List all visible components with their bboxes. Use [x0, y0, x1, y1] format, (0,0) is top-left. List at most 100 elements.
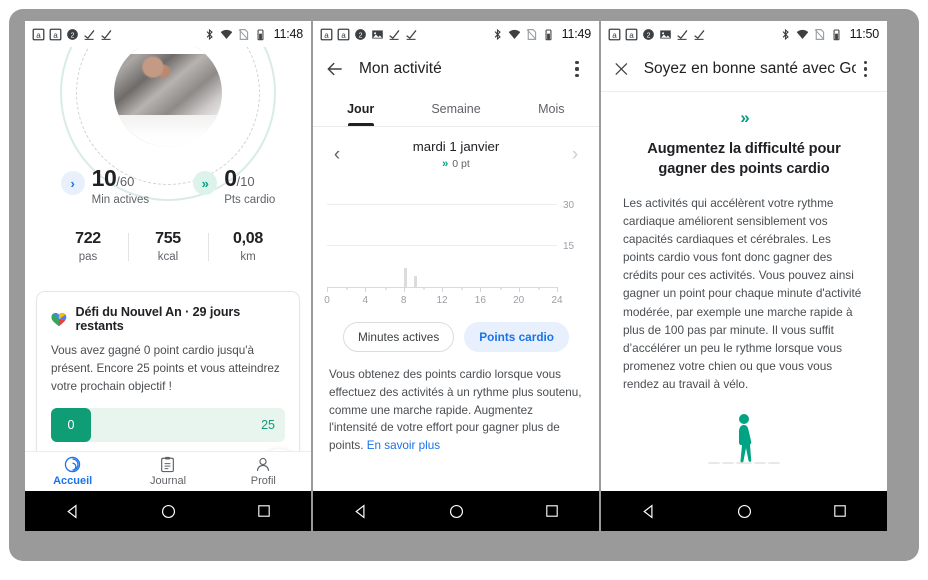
metric-value: 10 [91, 165, 117, 191]
current-date: mardi 1 janvier [412, 139, 500, 154]
kebab-menu-icon[interactable] [567, 59, 587, 79]
contacts-sync-icon: 2 [643, 28, 654, 40]
chart-minor-tick [499, 288, 502, 290]
svg-text:2: 2 [359, 32, 363, 39]
recents-square-icon[interactable] [544, 503, 560, 519]
chart-minor-tick [346, 288, 349, 290]
home-circle-icon[interactable] [736, 503, 753, 520]
chart-x-tick-label: 4 [362, 295, 369, 306]
home-circle-icon[interactable] [448, 503, 465, 520]
a-notification-icon: a [49, 28, 62, 40]
no-sim-icon [238, 28, 248, 40]
walking-person-icon [623, 411, 865, 473]
phone3-content: » Augmentez la difficulté pour gagner de… [601, 91, 887, 491]
bluetooth-icon [782, 28, 789, 40]
segment-points-cardio[interactable]: Points cardio [464, 322, 570, 352]
home-circle-icon[interactable] [160, 503, 177, 520]
tab-semaine[interactable]: Semaine [408, 91, 503, 126]
tab-label: Mois [538, 101, 565, 116]
chart-minor-tick [461, 288, 464, 290]
svg-text:a: a [53, 30, 58, 39]
status-bar-right-icons-1: 11:48 [203, 27, 303, 41]
date-display: mardi 1 janvier » 0 pt [349, 139, 563, 170]
metric-denominator: /10 [236, 174, 255, 189]
chart-gridline [327, 203, 557, 205]
learn-more-link[interactable]: En savoir plus [367, 439, 440, 452]
progress-current-value: 0 [51, 408, 91, 443]
article-title: Augmentez la difficulté pour gagner des … [647, 141, 841, 177]
segment-minutes-actives[interactable]: Minutes actives [342, 322, 455, 352]
kebab-menu-icon[interactable] [856, 59, 875, 79]
wifi-icon [508, 29, 520, 39]
stat-value: 0,08 [233, 230, 263, 247]
nav-item-profil[interactable]: Profil [216, 452, 311, 491]
image-icon [372, 29, 383, 39]
status-bar-left-icons-1: a a 2 [32, 28, 113, 41]
tab-mois[interactable]: Mois [504, 91, 599, 126]
recents-square-icon[interactable] [256, 503, 272, 519]
check-sync-icon [389, 29, 400, 40]
chevron-left-icon[interactable]: ‹ [325, 144, 349, 166]
stat-calories: 755 kcal [128, 230, 208, 263]
metric-value-group: 0/10 [224, 167, 275, 191]
battery-icon [545, 29, 552, 40]
back-arrow-icon[interactable] [325, 59, 345, 79]
stat-label: kcal [157, 251, 179, 263]
back-triangle-icon[interactable] [640, 503, 657, 520]
back-triangle-icon[interactable] [352, 503, 369, 520]
a-notification-icon: a [320, 28, 333, 40]
svg-text:a: a [36, 30, 41, 39]
a-notification-icon: a [337, 28, 350, 40]
back-triangle-icon[interactable] [64, 503, 81, 520]
status-bar-2: a a 2 11:49 [313, 21, 599, 47]
status-bar-1: a a 2 11:48 [25, 21, 311, 47]
tab-label: Semaine [431, 101, 481, 116]
chevron-right-icon[interactable]: › [563, 144, 587, 166]
nav-item-journal[interactable]: Journal [120, 452, 215, 491]
profile-photo [114, 47, 222, 147]
home-activity-icon [64, 456, 81, 473]
page-title: Mon activité [359, 60, 442, 77]
challenge-progress-bar: 0 25 [51, 408, 285, 443]
chart-bar [404, 267, 408, 287]
challenge-card[interactable]: Défi du Nouvel An · 29 jours restants Vo… [36, 291, 301, 451]
photo-top-mask [114, 47, 222, 55]
tab-bar: Jour Semaine Mois [313, 91, 599, 127]
double-chevron-icon: » [193, 171, 218, 195]
stat-steps: 722 pas [48, 230, 128, 263]
close-x-icon[interactable] [613, 60, 630, 78]
nav-item-accueil[interactable]: Accueil [25, 452, 120, 491]
challenge-title: Défi du Nouvel An · 29 jours restants [75, 305, 241, 333]
chart-bar [413, 276, 417, 287]
nav-label: Journal [149, 475, 187, 487]
date-navigator: ‹ mardi 1 janvier » 0 pt › [313, 127, 599, 170]
stat-label: pas [78, 251, 98, 263]
chart-x-tick [557, 287, 558, 292]
google-fit-heart-icon [51, 312, 67, 326]
check-sync-icon [101, 29, 112, 40]
article-body: Les activités qui accélèrent votre rythm… [623, 195, 862, 392]
stat-label: km [240, 251, 256, 263]
progress-target-value: 25 [261, 418, 275, 433]
status-bar-3: a a 2 11:50 [601, 21, 887, 47]
status-bar-right-icons-2: 11:49 [491, 27, 591, 41]
metric-active-minutes[interactable]: › 10/60 Min actives [60, 165, 150, 206]
phone-screen-3: a a 2 11:50 Soyez en bonne santé avec Go… [601, 21, 887, 531]
metric-label: Min actives [91, 194, 150, 206]
recents-square-icon[interactable] [832, 503, 848, 519]
check-sync-icon [677, 29, 688, 40]
photo-bottom-mask [114, 114, 222, 147]
bluetooth-icon [494, 28, 501, 40]
bluetooth-icon [206, 28, 213, 40]
a-notification-icon: a [32, 28, 45, 40]
tab-jour[interactable]: Jour [313, 91, 408, 126]
chart-minor-tick [384, 288, 387, 290]
chart-x-tick [480, 287, 482, 292]
a-notification-icon: a [608, 28, 621, 40]
phone-screen-1: a a 2 11:48 › 10/60 Min actives » 0/10 P… [25, 21, 311, 531]
chart-y-label: 30 [563, 199, 575, 211]
battery-icon [257, 29, 264, 40]
metric-cardio-points[interactable]: » 0/10 Pts cardio [193, 167, 275, 206]
system-navigation-bar-2 [313, 491, 599, 531]
chart-x-tick-label: 8 [400, 295, 407, 306]
